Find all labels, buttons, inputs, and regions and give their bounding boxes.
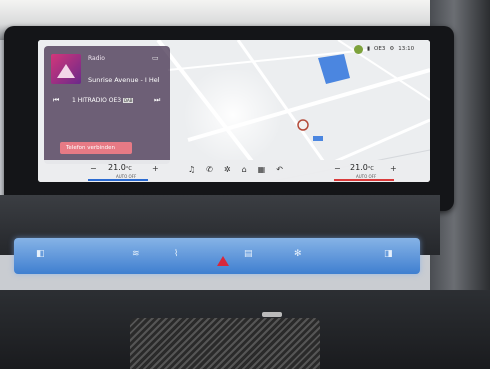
- speaker-grille: [130, 318, 320, 369]
- dab-badge: DAB: [122, 98, 134, 103]
- vent-left-icon[interactable]: ◧: [36, 249, 45, 259]
- console-knob-right[interactable]: [262, 312, 282, 317]
- sun-glare: [178, 70, 288, 160]
- home-icon[interactable]: ⌂: [242, 165, 247, 174]
- clock: 13:10: [398, 46, 415, 52]
- station-status: OE3: [374, 46, 386, 52]
- nav-icon-row: ♫ ✆ ✲ ⌂ ▦ ↶: [188, 165, 283, 174]
- defrost-front-icon[interactable]: ⌇: [174, 249, 178, 259]
- vent-right-icon[interactable]: ◨: [384, 249, 393, 259]
- left-temp[interactable]: 21.0°C: [108, 163, 132, 172]
- grid-icon[interactable]: ▦: [258, 165, 266, 174]
- fan-icon[interactable]: ✲: [224, 165, 231, 174]
- right-temp-indicator: [334, 179, 394, 181]
- album-art: [51, 54, 81, 84]
- connect-phone-button[interactable]: Telefon verbinden: [60, 142, 132, 154]
- right-temp-minus[interactable]: −: [334, 164, 341, 173]
- climate-bar: − 21.0°C AUTO OFF + ♫ ✆ ✲ ⌂ ▦ ↶ − 21.0°C…: [38, 160, 430, 182]
- back-icon[interactable]: ↶: [276, 165, 283, 174]
- source-switch-icon[interactable]: ▭: [152, 54, 159, 62]
- left-temp-indicator: [88, 179, 148, 181]
- hazard-button[interactable]: [217, 256, 229, 266]
- skip-back-icon[interactable]: ⏮: [53, 96, 59, 105]
- fan-speed-icon[interactable]: ✻: [294, 249, 302, 259]
- music-icon[interactable]: ♫: [188, 165, 195, 174]
- defrost-rear-icon[interactable]: ▤: [244, 249, 253, 259]
- settings-icon: ⚙: [389, 46, 395, 52]
- track-title: Sunrise Avenue - I Hel: [88, 76, 160, 84]
- left-temp-plus[interactable]: +: [152, 164, 159, 173]
- right-temp[interactable]: 21.0°C: [350, 163, 374, 172]
- status-bar: ▮ OE3 ⚙ 13:10: [354, 44, 428, 54]
- media-source-label: Radio: [88, 55, 105, 62]
- seat-heat-icon[interactable]: ≋: [132, 249, 140, 259]
- assistant-icon[interactable]: [354, 44, 363, 54]
- skip-forward-icon[interactable]: ⏭: [154, 96, 160, 105]
- road-sign-icon: [313, 136, 323, 141]
- signal-icon: ▮: [367, 46, 371, 52]
- infotainment-screen: Radio ▭ Sunrise Avenue - I Hel ⏮ 1 HITRA…: [38, 40, 430, 182]
- left-temp-minus[interactable]: −: [90, 164, 97, 173]
- media-widget[interactable]: Radio ▭ Sunrise Avenue - I Hel ⏮ 1 HITRA…: [44, 46, 170, 164]
- phone-icon[interactable]: ✆: [206, 165, 213, 174]
- right-temp-plus[interactable]: +: [390, 164, 397, 173]
- station-name: 1 HITRADIO OE3 DAB: [72, 97, 134, 104]
- vehicle-position-icon: [297, 119, 309, 131]
